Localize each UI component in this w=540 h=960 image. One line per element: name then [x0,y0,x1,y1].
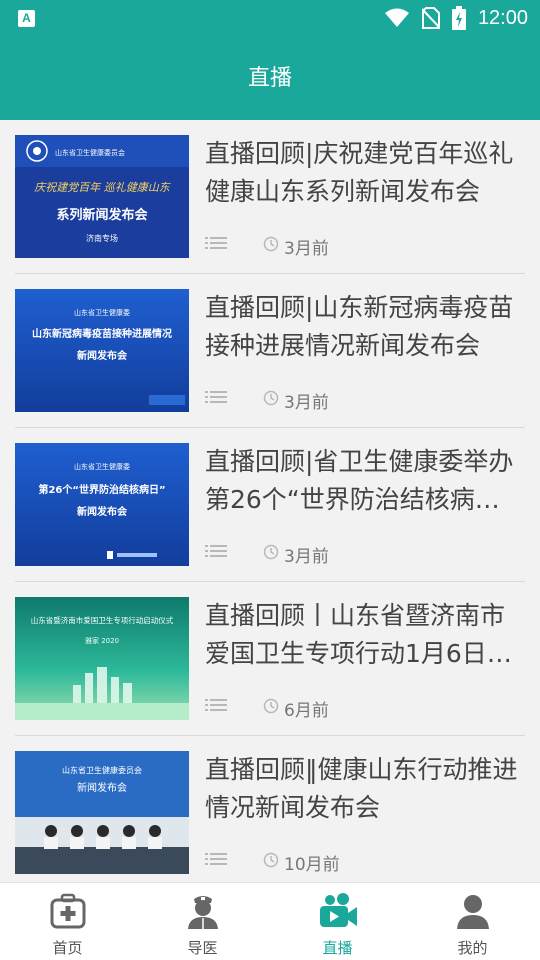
article-title[interactable]: 直播回顾|庆祝建党百年巡礼健康山东系列新闻发布会 [205,135,523,211]
thumb-text: 济南专场 [86,233,118,243]
thumbnail-image: 山东省卫生健康委 山东新冠病毒疫苗接种进展情况 新闻发布会 [15,289,189,412]
thumb-text: 山东省卫生健康委 [74,308,130,317]
thumb-text: 山东省卫生健康委员会 [55,148,125,157]
list-item[interactable]: 山东省卫生健康委员会 庆祝建党百年 巡礼健康山东 系列新闻发布会 济南专场 直播… [15,120,525,274]
thumb-text: 新闻发布会 [77,349,127,362]
user-icon [456,895,489,929]
clock-icon [263,390,279,406]
list-item[interactable]: 山东省卫生健康委 第26个“世界防治结核病日” 新闻发布会 直播回顾|省卫生健康… [15,428,525,582]
live-replay-list[interactable]: 山东省卫生健康委员会 庆祝建党百年 巡礼健康山东 系列新闻发布会 济南专场 直播… [0,120,540,882]
medical-kit-icon [50,893,85,929]
clock-icon [263,544,279,560]
nav-home[interactable]: 首页 [0,883,135,960]
article-title[interactable]: 直播回顾丨山东省暨济南市爱国卫生专项行动1月6日启动仪式 [205,597,523,673]
publish-time: 3月前 [284,547,329,567]
thumb-text: 山东省卫生健康委 [74,462,130,471]
thumb-text: 新闻发布会 [77,781,127,794]
page-title: 直播 [247,66,292,91]
list-icon [205,699,227,711]
wifi-icon [384,8,409,27]
thumb-text: 系列新闻发布会 [56,207,148,223]
nav-label: 首页 [52,939,83,957]
clock-icon [263,698,279,714]
thumb-text: 雅家 2020 [85,636,119,645]
clock-icon [263,852,279,868]
video-camera-icon [319,893,357,927]
bottom-navigation: 首页 导医 直播 我的 [0,882,540,960]
article-title[interactable]: 直播回顾‖健康山东行动推进情况新闻发布会 [205,751,523,827]
app-bar: 直播 [0,36,540,120]
list-icon [205,545,227,557]
publish-time: 3月前 [284,239,329,259]
no-sim-icon [421,7,440,29]
status-time: 12:00 [477,6,528,29]
battery-icon [451,6,466,30]
list-icon [205,237,227,249]
list-icon [205,391,227,403]
thumbnail-image: 山东省暨济南市爱国卫生专项行动启动仪式 雅家 2020 [15,597,189,720]
list-item[interactable]: 山东省暨济南市爱国卫生专项行动启动仪式 雅家 2020 直播回顾丨山东省暨济南市… [15,582,525,736]
publish-time: 6月前 [284,701,329,721]
thumb-text: 新闻发布会 [77,505,127,518]
thumb-text: 山东省暨济南市爱国卫生专项行动启动仪式 [31,615,174,625]
nav-label: 直播 [322,939,353,957]
thumb-text: 山东省卫生健康委员会 [62,765,142,775]
article-title[interactable]: 直播回顾|省卫生健康委举办第26个“世界防治结核病日”新闻发布会 [205,443,523,519]
app-notification-icon: A [18,10,35,27]
nav-guide[interactable]: 导医 [135,883,270,960]
thumbnail-image: 山东省卫生健康委员会 庆祝建党百年 巡礼健康山东 系列新闻发布会 济南专场 [15,135,189,258]
status-bar: A 12:00 [0,0,540,36]
clock-icon [263,236,279,252]
nav-profile[interactable]: 我的 [405,883,540,960]
thumb-text: 第26个“世界防治结核病日” [38,483,165,496]
nurse-icon [187,896,218,929]
list-icon [205,853,227,865]
nav-live[interactable]: 直播 [270,883,405,960]
thumb-text: 山东新冠病毒疫苗接种进展情况 [32,327,172,340]
publish-time: 10月前 [284,855,340,875]
nav-label: 导医 [187,939,218,957]
publish-time: 3月前 [284,393,329,413]
article-title[interactable]: 直播回顾|山东新冠病毒疫苗接种进展情况新闻发布会 [205,289,523,365]
list-item[interactable]: 山东省卫生健康委员会 新闻发布会 直播回顾‖健康山东行动推进情况新闻发布会 10… [15,736,525,882]
thumbnail-image: 山东省卫生健康委 第26个“世界防治结核病日” 新闻发布会 [15,443,189,566]
thumb-text: 庆祝建党百年 巡礼健康山东 [34,181,171,194]
list-item[interactable]: 山东省卫生健康委 山东新冠病毒疫苗接种进展情况 新闻发布会 直播回顾|山东新冠病… [15,274,525,428]
nav-label: 我的 [457,939,488,957]
thumbnail-image: 山东省卫生健康委员会 新闻发布会 [15,751,189,874]
